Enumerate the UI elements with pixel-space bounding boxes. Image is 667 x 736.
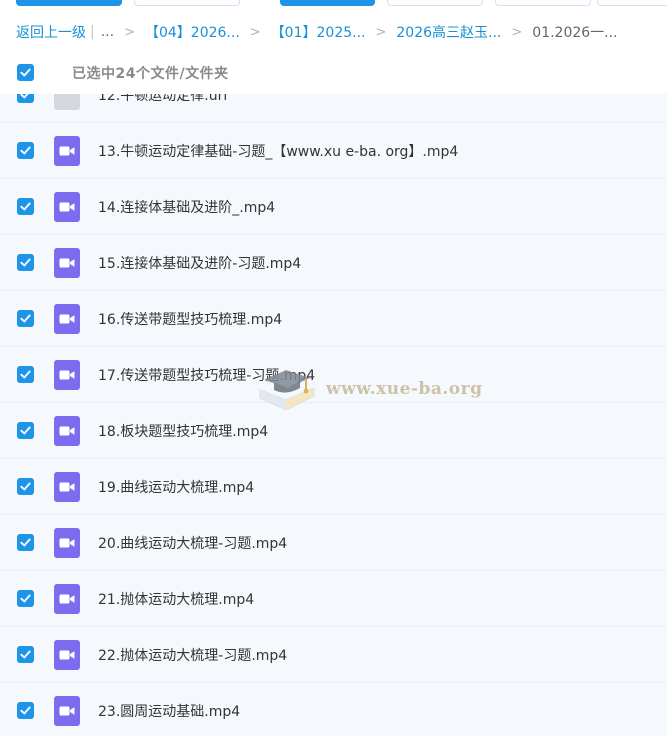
file-row[interactable]: 20.曲线运动大梳理-习题.mp4	[0, 515, 667, 571]
checkmark-icon	[20, 258, 31, 267]
file-checkbox[interactable]	[17, 142, 34, 159]
file-row[interactable]: 17.传送带题型技巧梳理-习题.mp4	[0, 347, 667, 403]
file-row[interactable]: 19.曲线运动大梳理.mp4	[0, 459, 667, 515]
toolbar-button-more[interactable]	[495, 0, 591, 6]
file-row[interactable]: 13.牛顿运动定律基础-习题_【www.xu e-ba. org】.mp4	[0, 123, 667, 179]
file-name[interactable]: 21.抛体运动大梳理.mp4	[98, 589, 254, 609]
file-checkbox[interactable]	[17, 310, 34, 327]
file-row[interactable]: 16.传送带题型技巧梳理.mp4	[0, 291, 667, 347]
file-name[interactable]: 13.牛顿运动定律基础-习题_【www.xu e-ba. org】.mp4	[98, 141, 458, 161]
video-file-icon[interactable]	[54, 528, 80, 558]
file-checkbox[interactable]	[17, 478, 34, 495]
file-row[interactable]: 21.抛体运动大梳理.mp4	[0, 571, 667, 627]
file-checkbox[interactable]	[17, 366, 34, 383]
checkmark-icon	[20, 370, 31, 379]
breadcrumb-divider: |	[90, 24, 95, 40]
video-file-icon[interactable]	[54, 248, 80, 278]
checkmark-icon	[20, 94, 29, 99]
file-checkbox[interactable]	[17, 702, 34, 719]
toolbar-button-new-folder[interactable]	[134, 0, 240, 6]
toolbar-button-extra[interactable]	[597, 0, 667, 6]
breadcrumb-item-1[interactable]: 【04】2026...	[145, 22, 240, 42]
video-file-icon[interactable]	[54, 192, 80, 222]
file-row[interactable]: 12.牛顿运动定律.url	[0, 94, 667, 123]
file-row[interactable]: 22.抛体运动大梳理-习题.mp4	[0, 627, 667, 683]
file-name[interactable]: 15.连接体基础及进阶-习题.mp4	[98, 253, 301, 273]
file-row[interactable]: 14.连接体基础及进阶_.mp4	[0, 179, 667, 235]
checkmark-icon	[20, 594, 31, 603]
selection-count-text: 已选中24个文件/文件夹	[72, 66, 229, 82]
breadcrumb-back-link[interactable]: 返回上一级	[16, 22, 86, 42]
file-checkbox[interactable]	[17, 590, 34, 607]
breadcrumb-separator-icon: >	[511, 24, 523, 40]
video-file-icon[interactable]	[54, 472, 80, 502]
breadcrumb-item-3[interactable]: 2026高三赵玉...	[396, 22, 501, 42]
video-file-icon[interactable]	[54, 584, 80, 614]
checkmark-icon	[20, 68, 31, 77]
file-name[interactable]: 23.圆周运动基础.mp4	[98, 701, 240, 721]
breadcrumb-ellipsis[interactable]: ...	[101, 24, 114, 40]
toolbar-button-upload[interactable]	[16, 0, 122, 6]
breadcrumb-separator-icon: >	[124, 24, 135, 40]
file-row[interactable]: 18.板块题型技巧梳理.mp4	[0, 403, 667, 459]
file-checkbox[interactable]	[17, 254, 34, 271]
breadcrumb-separator-icon: >	[249, 24, 261, 40]
breadcrumb-item-2[interactable]: 【01】2025...	[271, 22, 366, 42]
file-name[interactable]: 17.传送带题型技巧梳理-习题.mp4	[98, 365, 315, 385]
file-name[interactable]: 18.板块题型技巧梳理.mp4	[98, 421, 268, 441]
file-name[interactable]: 16.传送带题型技巧梳理.mp4	[98, 309, 282, 329]
video-file-icon[interactable]	[54, 360, 80, 390]
breadcrumb-separator-icon: >	[375, 24, 387, 40]
generic-file-icon[interactable]	[54, 94, 80, 110]
video-file-icon[interactable]	[54, 640, 80, 670]
video-file-icon[interactable]	[54, 416, 80, 446]
file-checkbox[interactable]	[17, 534, 34, 551]
file-checkbox[interactable]	[17, 422, 34, 439]
file-list[interactable]: 12.牛顿运动定律.url 13.牛顿运动定律基础-习题_【www.xu e-ba…	[0, 94, 667, 736]
video-file-icon[interactable]	[54, 696, 80, 726]
file-name[interactable]: 20.曲线运动大梳理-习题.mp4	[98, 533, 287, 553]
checkmark-icon	[20, 482, 31, 491]
video-file-icon[interactable]	[54, 304, 80, 334]
file-row[interactable]: 23.圆周运动基础.mp4	[0, 683, 667, 736]
file-name[interactable]: 22.抛体运动大梳理-习题.mp4	[98, 645, 287, 665]
checkmark-icon	[20, 314, 31, 323]
file-checkbox[interactable]	[17, 646, 34, 663]
toolbar-button-share[interactable]	[280, 0, 375, 6]
breadcrumb: 返回上一级 | ... > 【04】2026... > 【01】2025... …	[16, 21, 618, 43]
file-name[interactable]: 19.曲线运动大梳理.mp4	[98, 477, 254, 497]
top-toolbar-edge	[0, 0, 667, 7]
file-name[interactable]: 14.连接体基础及进阶_.mp4	[98, 197, 275, 217]
checkmark-icon	[20, 706, 31, 715]
file-row[interactable]: 15.连接体基础及进阶-习题.mp4	[0, 235, 667, 291]
video-file-icon[interactable]	[54, 136, 80, 166]
checkmark-icon	[20, 202, 31, 211]
checkmark-icon	[20, 538, 31, 547]
breadcrumb-current: 01.2026一...	[532, 25, 618, 41]
file-checkbox[interactable]	[17, 198, 34, 215]
toolbar-button-download[interactable]	[387, 0, 483, 6]
select-all-checkbox[interactable]	[17, 64, 34, 81]
checkmark-icon	[20, 146, 31, 155]
checkmark-icon	[20, 426, 31, 435]
file-name[interactable]: 12.牛顿运动定律.url	[98, 94, 227, 105]
checkmark-icon	[20, 650, 31, 659]
file-checkbox[interactable]	[17, 94, 34, 103]
selection-bar: 已选中24个文件/文件夹	[0, 60, 667, 86]
